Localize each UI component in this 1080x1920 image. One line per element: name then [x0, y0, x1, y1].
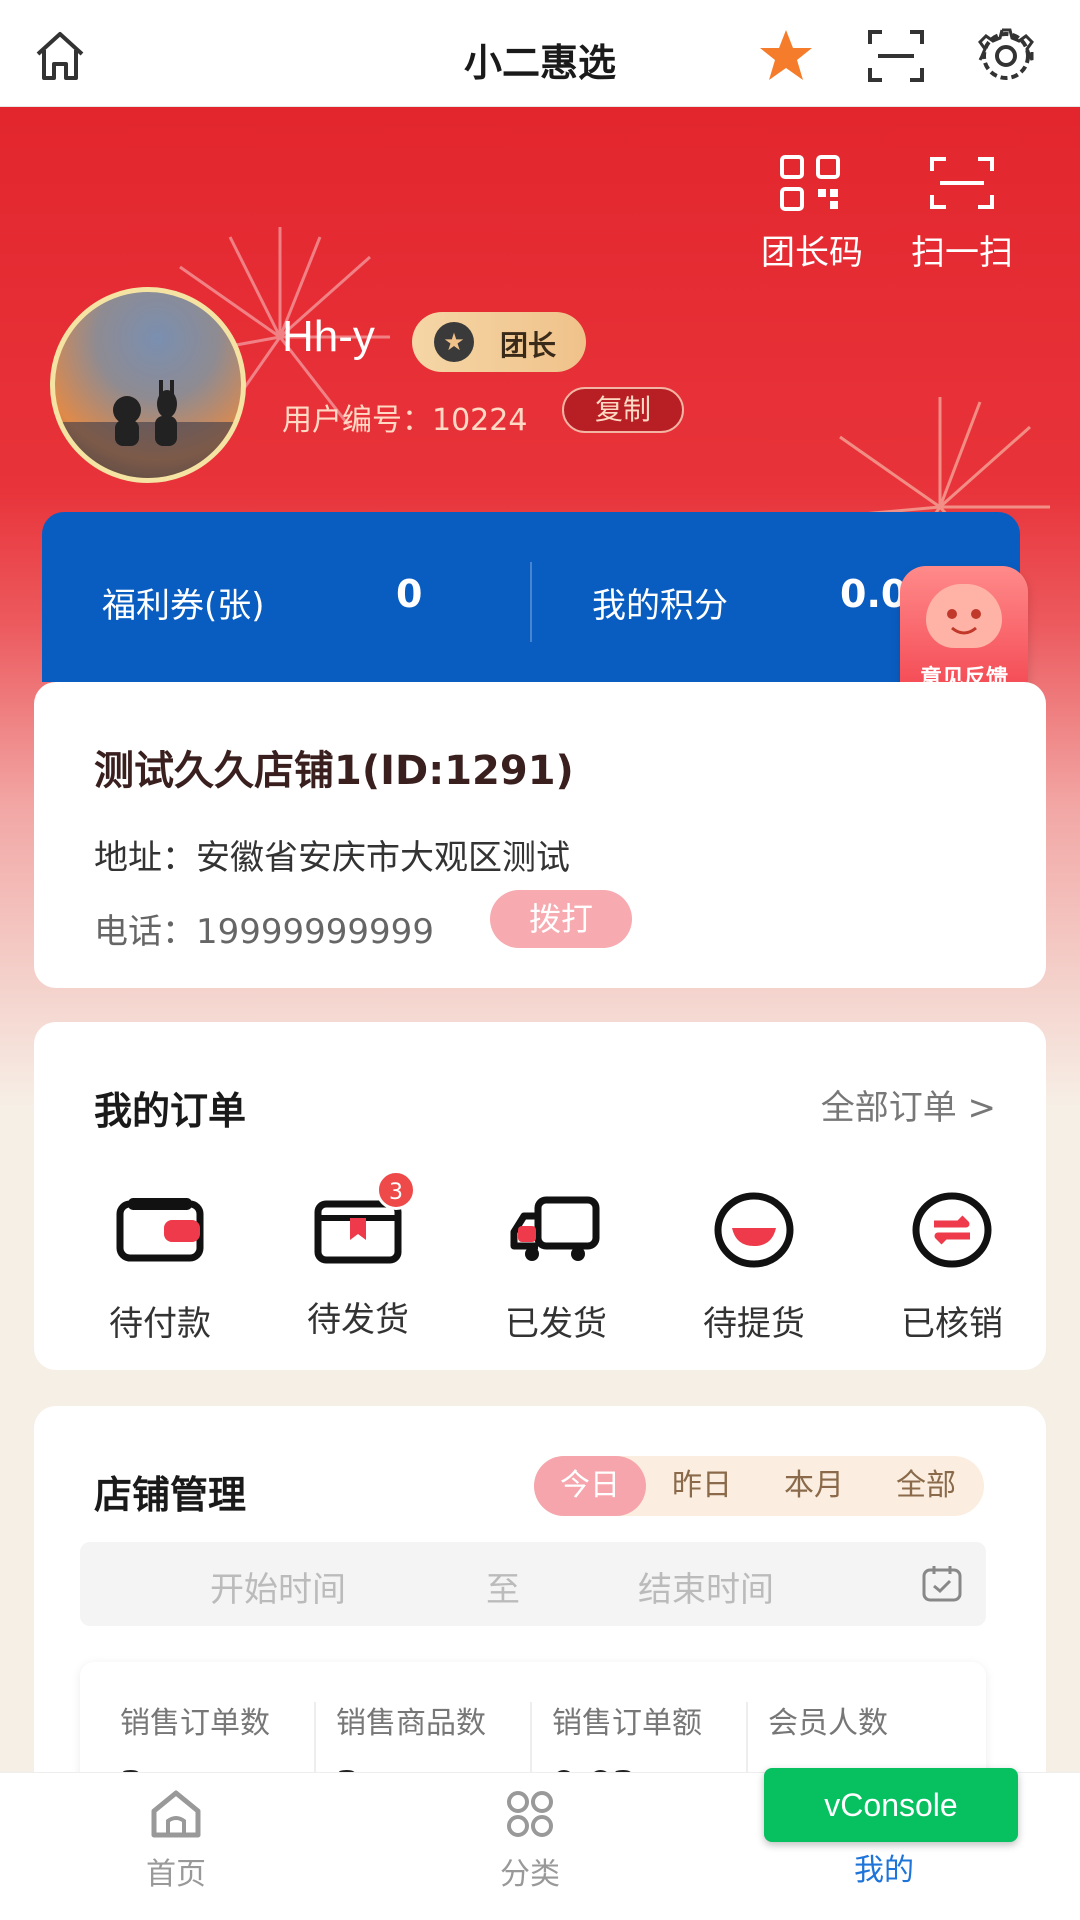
shop-mgmt-title: 店铺管理 — [94, 1473, 247, 1517]
wallet-icon — [116, 1198, 204, 1262]
shop-name: 测试久久店铺1(ID:1291) — [94, 748, 574, 794]
orders-title: 我的订单 — [94, 1089, 247, 1133]
order-verified[interactable]: 已核销 — [862, 1190, 1042, 1345]
tab-yesterday[interactable]: 昨日 — [646, 1456, 758, 1516]
vconsole-button[interactable]: vConsole — [764, 1768, 1018, 1842]
end-time-input[interactable]: 结束时间 — [638, 1562, 774, 1611]
scan-label: 扫一扫 — [911, 233, 1013, 273]
category-icon — [507, 1791, 553, 1837]
start-time-input[interactable]: 开始时间 — [210, 1562, 346, 1611]
coupon-count[interactable]: 0 — [396, 572, 422, 616]
truck-icon — [510, 1196, 600, 1261]
nav-label: 首页 — [146, 1857, 206, 1892]
scan-button[interactable]: 扫一扫 — [900, 155, 1024, 274]
metric-label: 会员人数 — [768, 1706, 888, 1741]
top-bar: 小二惠选 — [0, 0, 1080, 107]
stats-divider — [530, 562, 532, 642]
order-count-badge: 3 — [376, 1170, 416, 1210]
pickup-icon — [714, 1192, 794, 1268]
star-icon[interactable] — [756, 26, 816, 86]
call-button[interactable]: 拨打 — [490, 890, 632, 948]
nav-label: 分类 — [500, 1857, 560, 1892]
metric-label: 销售订单额 — [552, 1706, 702, 1741]
scan-icon — [930, 157, 994, 209]
stats-panel: 福利券(张) 0 我的积分 0.0 — [42, 512, 1020, 682]
order-shipped[interactable]: 已发货 — [466, 1190, 646, 1345]
feedback-mascot-icon — [926, 584, 1002, 648]
tab-all[interactable]: 全部 — [870, 1456, 982, 1516]
home-icon — [151, 1790, 201, 1838]
nav-label: 我的 — [854, 1853, 914, 1888]
star-badge-icon: ★ — [434, 322, 474, 362]
points-label[interactable]: 我的积分 — [592, 578, 728, 627]
nav-category[interactable]: 分类 — [430, 1789, 630, 1893]
verified-icon — [912, 1192, 992, 1268]
tab-today[interactable]: 今日 — [534, 1456, 646, 1516]
order-pending-pickup[interactable]: 待提货 — [664, 1190, 844, 1345]
metric-label: 销售订单数 — [120, 1706, 270, 1741]
order-pending-shipment[interactable]: 3 待发货 — [268, 1170, 448, 1341]
user-id: 用户编号：10224 — [282, 403, 528, 438]
date-range-separator: 至 — [486, 1570, 520, 1610]
shop-phone: 电话：19999999999 — [94, 912, 434, 952]
leader-badge: ★ 团长 — [412, 312, 586, 372]
shop-info-card: 测试久久店铺1(ID:1291) 地址：安徽省安庆市大观区测试 电话：19999… — [34, 682, 1046, 988]
order-pending-payment[interactable]: 待付款 — [70, 1190, 250, 1345]
nav-home[interactable]: 首页 — [76, 1789, 276, 1893]
qr-code-icon — [780, 155, 840, 211]
calendar-icon[interactable] — [920, 1562, 964, 1606]
copy-button[interactable]: 复制 — [562, 387, 684, 433]
order-label: 待提货 — [703, 1304, 805, 1344]
gear-icon[interactable] — [976, 26, 1036, 86]
shop-address: 地址：安徽省安庆市大观区测试 — [94, 838, 570, 878]
order-label: 已核销 — [901, 1304, 1003, 1344]
leader-code-button[interactable]: 团长码 — [752, 155, 872, 274]
user-name: Hh-y — [282, 312, 375, 361]
order-label: 待发货 — [307, 1300, 409, 1340]
metric-label: 销售商品数 — [336, 1706, 486, 1741]
metric-divider — [530, 1702, 532, 1782]
badge-label: 团长 — [500, 329, 557, 362]
leader-code-label: 团长码 — [761, 233, 863, 273]
coupon-label[interactable]: 福利券(张) — [102, 578, 265, 627]
avatar-image — [55, 380, 241, 478]
all-orders-link[interactable]: 全部订单 > — [821, 1080, 996, 1129]
order-label: 已发货 — [505, 1304, 607, 1344]
tab-this-month[interactable]: 本月 — [758, 1456, 870, 1516]
period-tabs: 今日 昨日 本月 全部 — [534, 1456, 984, 1516]
points-value[interactable]: 0.0 — [840, 572, 907, 616]
order-label: 待付款 — [109, 1304, 211, 1344]
metric-divider — [314, 1702, 316, 1782]
date-range-picker: 开始时间 至 结束时间 — [80, 1542, 986, 1626]
avatar[interactable] — [50, 287, 246, 483]
metric-divider — [746, 1702, 748, 1782]
my-orders-card: 我的订单 全部订单 > 待付款 3 待发货 已发货 待提货 已核销 — [34, 1022, 1046, 1370]
scan-icon[interactable] — [866, 26, 926, 86]
